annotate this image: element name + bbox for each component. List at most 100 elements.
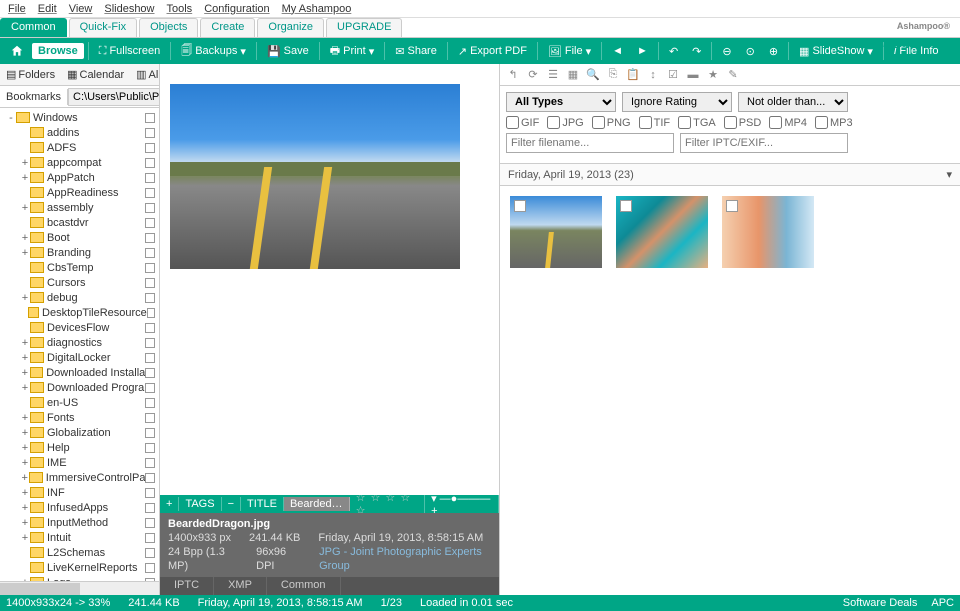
- menu-myashampoo[interactable]: My Ashampoo: [278, 2, 356, 16]
- expand-icon[interactable]: +: [20, 487, 30, 499]
- file-button[interactable]: 🖼 File ▾: [542, 43, 597, 60]
- menu-tools[interactable]: Tools: [163, 2, 197, 16]
- tree-checkbox[interactable]: [145, 533, 155, 543]
- thumbnail[interactable]: [616, 196, 708, 268]
- tab-all[interactable]: ▥ All: [130, 66, 160, 83]
- thumbnail[interactable]: [722, 196, 814, 268]
- expand-icon[interactable]: +: [20, 202, 30, 214]
- delete-icon[interactable]: ▬: [686, 69, 700, 81]
- tree-checkbox[interactable]: [145, 503, 155, 513]
- zoom-in-button[interactable]: ⊕: [763, 43, 784, 60]
- export-pdf-button[interactable]: ↗ Export PDF: [452, 43, 533, 60]
- filter-filename[interactable]: [506, 133, 674, 153]
- paste-icon[interactable]: 📋: [626, 68, 640, 81]
- rename-icon[interactable]: ✎: [726, 68, 740, 81]
- tab-common[interactable]: Common: [0, 18, 67, 37]
- tree-checkbox[interactable]: [145, 338, 155, 348]
- filter-tif[interactable]: TIF: [639, 116, 671, 129]
- tree-checkbox[interactable]: [145, 293, 155, 303]
- filter-jpg[interactable]: JPG: [547, 116, 583, 129]
- sort-icon[interactable]: ↕: [646, 69, 660, 81]
- next-button[interactable]: ►: [631, 43, 654, 59]
- filter-age[interactable]: Not older than...: [738, 92, 848, 112]
- menu-slideshow[interactable]: Slideshow: [100, 2, 158, 16]
- tree-checkbox[interactable]: [145, 218, 155, 228]
- filter-rating[interactable]: Ignore Rating: [622, 92, 732, 112]
- tree-checkbox[interactable]: [145, 128, 155, 138]
- tree-checkbox[interactable]: [145, 143, 155, 153]
- tree-item[interactable]: en-US: [2, 395, 157, 410]
- expand-icon[interactable]: +: [20, 247, 30, 259]
- fullscreen-button[interactable]: ⛶ Fullscreen: [93, 43, 166, 60]
- tree-checkbox[interactable]: [145, 443, 155, 453]
- expand-icon[interactable]: +: [20, 442, 30, 454]
- tree-checkbox[interactable]: [145, 188, 155, 198]
- expand-icon[interactable]: +: [20, 232, 30, 244]
- bookmarks-label[interactable]: Bookmarks: [0, 89, 68, 105]
- tab-create[interactable]: Create: [200, 18, 255, 37]
- tree-item[interactable]: CbsTemp: [2, 260, 157, 275]
- backups-button[interactable]: 🗐 Backups ▾: [175, 40, 252, 63]
- tree-checkbox[interactable]: [145, 488, 155, 498]
- tree-item[interactable]: +appcompat: [2, 155, 157, 170]
- tree-item[interactable]: +Fonts: [2, 410, 157, 425]
- view-list-icon[interactable]: ☰: [546, 68, 560, 81]
- tab-quick-fix[interactable]: Quick-Fix: [69, 18, 137, 37]
- up-icon[interactable]: ↰: [506, 68, 520, 81]
- tree-item[interactable]: +ImmersiveControlPa: [2, 470, 157, 485]
- tab-folders[interactable]: ▤ Folders: [0, 66, 61, 83]
- print-button[interactable]: 🖶 Print ▾: [324, 40, 381, 63]
- expand-icon[interactable]: +: [20, 517, 30, 529]
- menu-edit[interactable]: Edit: [34, 2, 61, 16]
- filter-mp4[interactable]: MP4: [769, 116, 807, 129]
- tree-item[interactable]: +InfusedApps: [2, 500, 157, 515]
- date-group-header[interactable]: Friday, April 19, 2013 (23)▾: [500, 164, 960, 186]
- title-value[interactable]: Bearded…: [284, 497, 350, 511]
- view-grid-icon[interactable]: ▦: [566, 68, 580, 81]
- tree-item[interactable]: AppReadiness: [2, 185, 157, 200]
- tree-item[interactable]: +Downloaded Progra: [2, 380, 157, 395]
- thumbnail[interactable]: [510, 196, 602, 268]
- tree-item[interactable]: +AppPatch: [2, 170, 157, 185]
- tab-organize[interactable]: Organize: [257, 18, 324, 37]
- expand-icon[interactable]: +: [20, 427, 30, 439]
- tree-scrollbar[interactable]: [0, 581, 159, 595]
- tree-item[interactable]: addins: [2, 125, 157, 140]
- tree-item[interactable]: +IME: [2, 455, 157, 470]
- menu-file[interactable]: File: [4, 2, 30, 16]
- tree-checkbox[interactable]: [145, 203, 155, 213]
- tree-item[interactable]: DesktopTileResource: [2, 305, 157, 320]
- expand-icon[interactable]: -: [6, 112, 16, 124]
- expand-icon[interactable]: +: [20, 472, 29, 484]
- zoom-out-button[interactable]: ⊖: [716, 43, 737, 60]
- tree-item[interactable]: +INF: [2, 485, 157, 500]
- tree-checkbox[interactable]: [145, 548, 155, 558]
- tab-xmp[interactable]: XMP: [214, 577, 267, 595]
- tree-item[interactable]: ADFS: [2, 140, 157, 155]
- filter-psd[interactable]: PSD: [724, 116, 762, 129]
- tree-item[interactable]: bcastdvr: [2, 215, 157, 230]
- expand-icon[interactable]: +: [20, 367, 30, 379]
- filter-types[interactable]: All Types: [506, 92, 616, 112]
- tree-checkbox[interactable]: [145, 458, 155, 468]
- filter-png[interactable]: PNG: [592, 116, 631, 129]
- expand-icon[interactable]: +: [20, 157, 30, 169]
- tree-checkbox[interactable]: [145, 248, 155, 258]
- tree-checkbox[interactable]: [145, 413, 155, 423]
- tree-checkbox[interactable]: [145, 428, 155, 438]
- expand-icon[interactable]: +: [20, 337, 30, 349]
- tab-upgrade[interactable]: UPGRADE: [326, 18, 402, 37]
- expand-icon[interactable]: +: [20, 457, 30, 469]
- expand-icon[interactable]: +: [20, 382, 30, 394]
- tree-item[interactable]: +Help: [2, 440, 157, 455]
- tree-checkbox[interactable]: [145, 353, 155, 363]
- expand-icon[interactable]: +: [20, 532, 30, 544]
- expand-icon[interactable]: +: [20, 172, 30, 184]
- tree-checkbox[interactable]: [145, 368, 155, 378]
- tree-item[interactable]: +DigitalLocker: [2, 350, 157, 365]
- filter-tga[interactable]: TGA: [678, 116, 716, 129]
- thumb-checkbox[interactable]: [620, 200, 632, 212]
- tree-checkbox[interactable]: [145, 323, 155, 333]
- thumb-checkbox[interactable]: [726, 200, 738, 212]
- tree-item[interactable]: DevicesFlow: [2, 320, 157, 335]
